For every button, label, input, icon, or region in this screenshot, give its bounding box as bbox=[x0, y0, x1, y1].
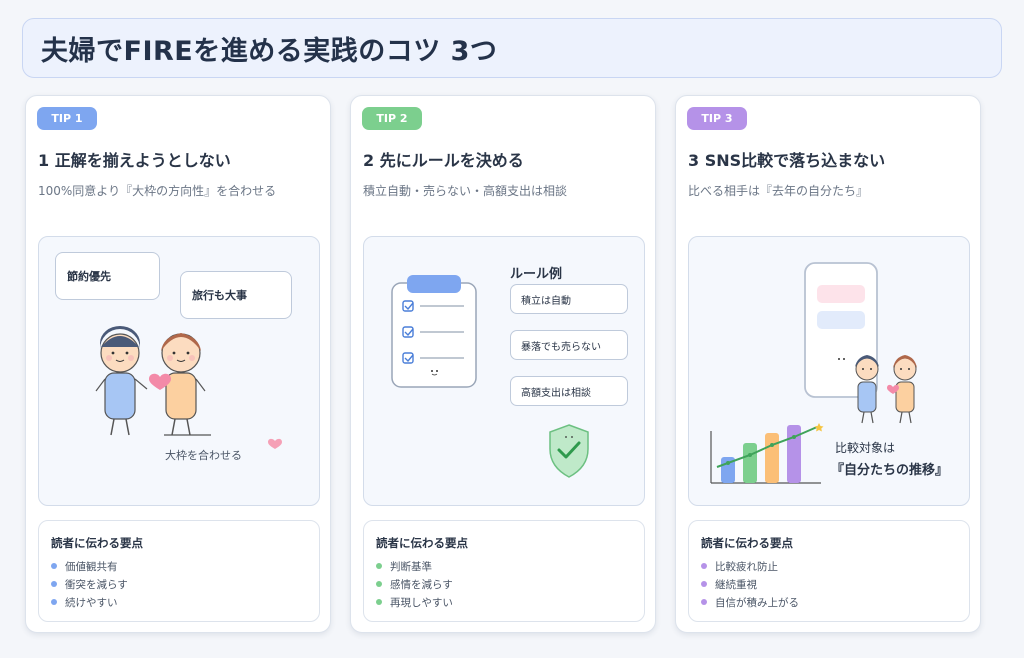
key-points: 読者に伝わる要点 価値観共有 衝突を減らす 続けやすい bbox=[38, 520, 320, 622]
clipboard-icon bbox=[391, 275, 477, 388]
speech-bubble-right: 旅行も大事 bbox=[180, 271, 292, 319]
tip-card-3: TIP 3 3 SNS比較で落ち込まない 比べる相手は『去年の自分たち』 比較対… bbox=[675, 95, 981, 633]
key-points-title: 読者に伝わる要点 bbox=[51, 536, 143, 550]
compare-target: 『自分たちの推移』 bbox=[831, 463, 949, 478]
tip-subtitle: 比べる相手は『去年の自分たち』 bbox=[688, 184, 869, 198]
tip-illustration: ルール例 積立は自動 暴落でも売らない 高額支出は相談 bbox=[363, 236, 645, 506]
list-item: 価値観共有 bbox=[51, 557, 319, 575]
heart-icon bbox=[268, 438, 282, 449]
couple-small-figure bbox=[855, 355, 917, 424]
list-item: 継続重視 bbox=[701, 575, 969, 593]
tip-badge: TIP 2 bbox=[362, 107, 422, 130]
list-item: 衝突を減らす bbox=[51, 575, 319, 593]
bar-chart-icon bbox=[710, 423, 824, 484]
list-item: 判断基準 bbox=[376, 557, 644, 575]
illustration-caption: 大枠を合わせる bbox=[165, 449, 242, 462]
shield-check-icon bbox=[549, 424, 589, 478]
list-item: 自信が積み上がる bbox=[701, 593, 969, 611]
list-item: 再現しやすい bbox=[376, 593, 644, 611]
list-item: 比較疲れ防止 bbox=[701, 557, 969, 575]
key-points: 読者に伝わる要点 比較疲れ防止 継続重視 自信が積み上がる bbox=[688, 520, 970, 622]
speech-bubble-left: 節約優先 bbox=[55, 252, 160, 300]
tip-badge: TIP 3 bbox=[687, 107, 747, 130]
rule-item: 暴落でも売らない bbox=[510, 330, 628, 360]
rule-item: 積立は自動 bbox=[510, 284, 628, 314]
rules-illustration bbox=[391, 275, 589, 478]
tip-badge: TIP 1 bbox=[37, 107, 97, 130]
list-item: 感情を減らす bbox=[376, 575, 644, 593]
rules-heading: ルール例 bbox=[510, 267, 563, 282]
tip-subtitle: 100%同意より『大枠の方向性』を合わせる bbox=[38, 184, 277, 198]
rule-item: 高額支出は相談 bbox=[510, 376, 628, 406]
page-title: 夫婦でFIREを進める実践のコツ 3つ bbox=[41, 35, 498, 67]
page-header: 夫婦でFIREを進める実践のコツ 3つ bbox=[22, 18, 1002, 78]
tip-title: 3 SNS比較で落ち込まない bbox=[688, 151, 886, 170]
tip-subtitle: 積立自動・売らない・高額支出は相談 bbox=[363, 184, 568, 198]
tip-title: 1 正解を揃えようとしない bbox=[38, 151, 231, 170]
husband-figure bbox=[95, 326, 148, 436]
key-points-title: 読者に伝わる要点 bbox=[701, 536, 793, 550]
tip-illustration: 比較対象は 『自分たちの推移』 bbox=[688, 236, 970, 506]
tip-card-2: TIP 2 2 先にルールを決める 積立自動・売らない・高額支出は相談 ルール例… bbox=[350, 95, 656, 633]
tip-title: 2 先にルールを決める bbox=[363, 151, 524, 170]
list-item: 続けやすい bbox=[51, 593, 319, 611]
key-points: 読者に伝わる要点 判断基準 感情を減らす 再現しやすい bbox=[363, 520, 645, 622]
wife-figure bbox=[161, 333, 211, 436]
tip-card-1: TIP 1 1 正解を揃えようとしない 100%同意より『大枠の方向性』を合わせ… bbox=[25, 95, 331, 633]
compare-label: 比較対象は bbox=[835, 441, 896, 455]
tip-illustration: 節約優先 旅行も大事 大枠を合わせる bbox=[38, 236, 320, 506]
key-points-title: 読者に伝わる要点 bbox=[376, 536, 468, 550]
